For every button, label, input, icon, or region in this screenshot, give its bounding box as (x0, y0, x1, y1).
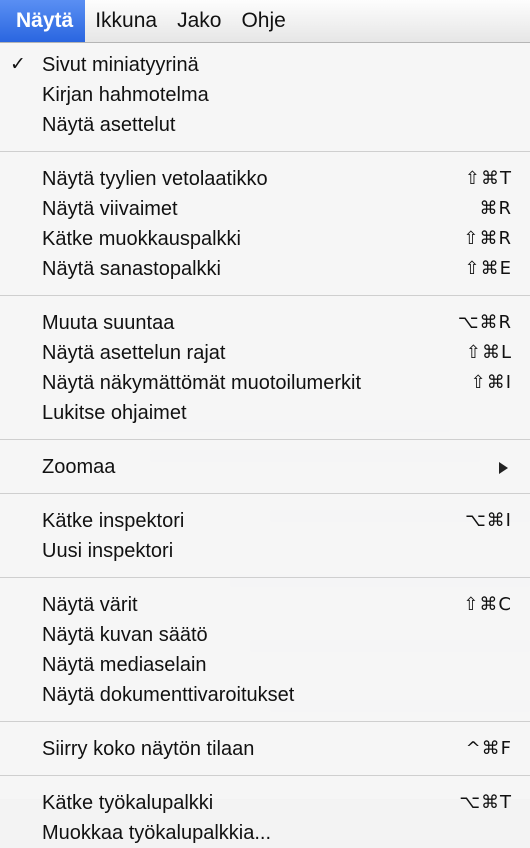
menubar-item-ikkuna[interactable]: Ikkuna (85, 0, 167, 42)
menu-item-label: Kätke inspektori (42, 510, 185, 532)
menu-item-label: Kätke työkalupalkki (42, 792, 214, 814)
menu-item-uusi-inspektori[interactable]: Uusi inspektori (0, 536, 530, 566)
menu-item-näytä-mediaselain[interactable]: Näytä mediaselain (0, 650, 530, 680)
nayta-dropdown-menu: ✓ Sivut miniatyyrinä Kirjan hahmotelma Näyt… (0, 43, 530, 844)
menu-item-muuta-suuntaa[interactable]: Muuta suuntaa ⌥⌘R (0, 308, 530, 338)
menu-item-kätke-muokkauspalkki[interactable]: Kätke muokkauspalkki ⇧⌘R (0, 224, 530, 254)
menu-item-näytä-viivaimet[interactable]: Näytä viivaimet ⌘R (0, 194, 530, 224)
menu-item-label: Näytä näkymättömät muotoilumerkit (42, 372, 362, 394)
keyboard-shortcut: ⇧⌘C (463, 594, 512, 615)
menu-item-label: Kirjan hahmotelma (42, 84, 209, 106)
checkmark-icon: ✓ (10, 54, 26, 75)
menu-item-näytä-dokumenttivaroitukset[interactable]: Näytä dokumenttivaroitukset (0, 680, 530, 710)
menu-item-label: Lukitse ohjaimet (42, 402, 187, 424)
menu-item-label: Näytä tyylien vetolaatikko (42, 168, 268, 190)
menu-separator (0, 439, 530, 440)
menu-separator (0, 721, 530, 722)
menu-item-näytä-värit[interactable]: Näytä värit ⇧⌘C (0, 590, 530, 620)
menu-item-näytä-sanastopalkki[interactable]: Näytä sanastopalkki ⇧⌘E (0, 254, 530, 284)
menu-item-label: Näytä kuvan säätö (42, 624, 208, 646)
menu-item-sivut-miniatyyrinä[interactable]: ✓ Sivut miniatyyrinä (0, 50, 530, 80)
menubar-item-jako[interactable]: Jako (167, 0, 231, 42)
menu-item-lukitse-ohjaimet[interactable]: Lukitse ohjaimet (0, 398, 530, 428)
submenu-arrow-icon (499, 462, 508, 474)
menu-separator (0, 577, 530, 578)
menu-separator (0, 295, 530, 296)
menubar-item-nayta[interactable]: Näytä (0, 0, 86, 42)
menu-item-label: Muokkaa työkalupalkkia... (42, 822, 272, 844)
menu-item-näytä-asettelut[interactable]: Näytä asettelut (0, 110, 530, 140)
keyboard-shortcut: ⌥⌘I (464, 510, 512, 531)
menu-item-näytä-asettelun-rajat[interactable]: Näytä asettelun rajat ⇧⌘L (0, 338, 530, 368)
menu-item-näytä-tyylien-vetolaatikko[interactable]: Näytä tyylien vetolaatikko ⇧⌘T (0, 164, 530, 194)
menu-item-label: Uusi inspektori (42, 540, 174, 562)
keyboard-shortcut: ⇧⌘L (465, 342, 512, 363)
menubar-item-ohje[interactable]: Ohje (231, 0, 295, 42)
keyboard-shortcut: ⇧⌘I (470, 372, 512, 393)
menu-item-zoomaa[interactable]: Zoomaa (0, 452, 530, 482)
menu-item-label: Näytä sanastopalkki (42, 258, 221, 280)
menu-item-label: Kätke muokkauspalkki (42, 228, 241, 250)
menu-item-kätke-työkalupalkki[interactable]: Kätke työkalupalkki ⌥⌘T (0, 788, 530, 818)
menu-separator (0, 151, 530, 152)
menu-separator (0, 493, 530, 494)
menu-separator (0, 775, 530, 776)
menu-item-label: Muuta suuntaa (42, 312, 175, 334)
menu-bar: Näytä Ikkuna Jako Ohje (0, 0, 530, 43)
keyboard-shortcut: ⇧⌘T (464, 168, 512, 189)
menu-item-siirry-koko-näytön-tilaan[interactable]: Siirry koko näytön tilaan ^⌘F (0, 734, 530, 764)
keyboard-shortcut: ⇧⌘E (464, 258, 512, 279)
menu-item-label: Näytä mediaselain (42, 654, 207, 676)
keyboard-shortcut: ^⌘F (465, 738, 512, 759)
menu-item-muokkaa-työkalupalkkia[interactable]: Muokkaa työkalupalkkia... (0, 818, 530, 848)
menu-item-label: Sivut miniatyyrinä (42, 54, 199, 76)
menu-item-näytä-näkymättömät-muotoilumerkit[interactable]: Näytä näkymättömät muotoilumerkit ⇧⌘I (0, 368, 530, 398)
menu-item-label: Zoomaa (42, 456, 116, 478)
menu-item-label: Näytä värit (42, 594, 138, 616)
menu-item-label: Näytä asettelun rajat (42, 342, 226, 364)
menu-item-label: Näytä dokumenttivaroitukset (42, 684, 295, 706)
menu-item-label: Siirry koko näytön tilaan (42, 738, 255, 760)
menu-item-kirjan-hahmotelma[interactable]: Kirjan hahmotelma (0, 80, 530, 110)
keyboard-shortcut: ⌘R (479, 198, 512, 219)
keyboard-shortcut: ⇧⌘R (463, 228, 512, 249)
keyboard-shortcut: ⌥⌘R (457, 312, 512, 333)
menu-item-kätke-inspektori[interactable]: Kätke inspektori ⌥⌘I (0, 506, 530, 536)
menu-item-label: Näytä viivaimet (42, 198, 178, 220)
menu-item-näytä-kuvan-säätö[interactable]: Näytä kuvan säätö (0, 620, 530, 650)
menu-item-label: Näytä asettelut (42, 114, 176, 136)
keyboard-shortcut: ⌥⌘T (459, 792, 512, 813)
